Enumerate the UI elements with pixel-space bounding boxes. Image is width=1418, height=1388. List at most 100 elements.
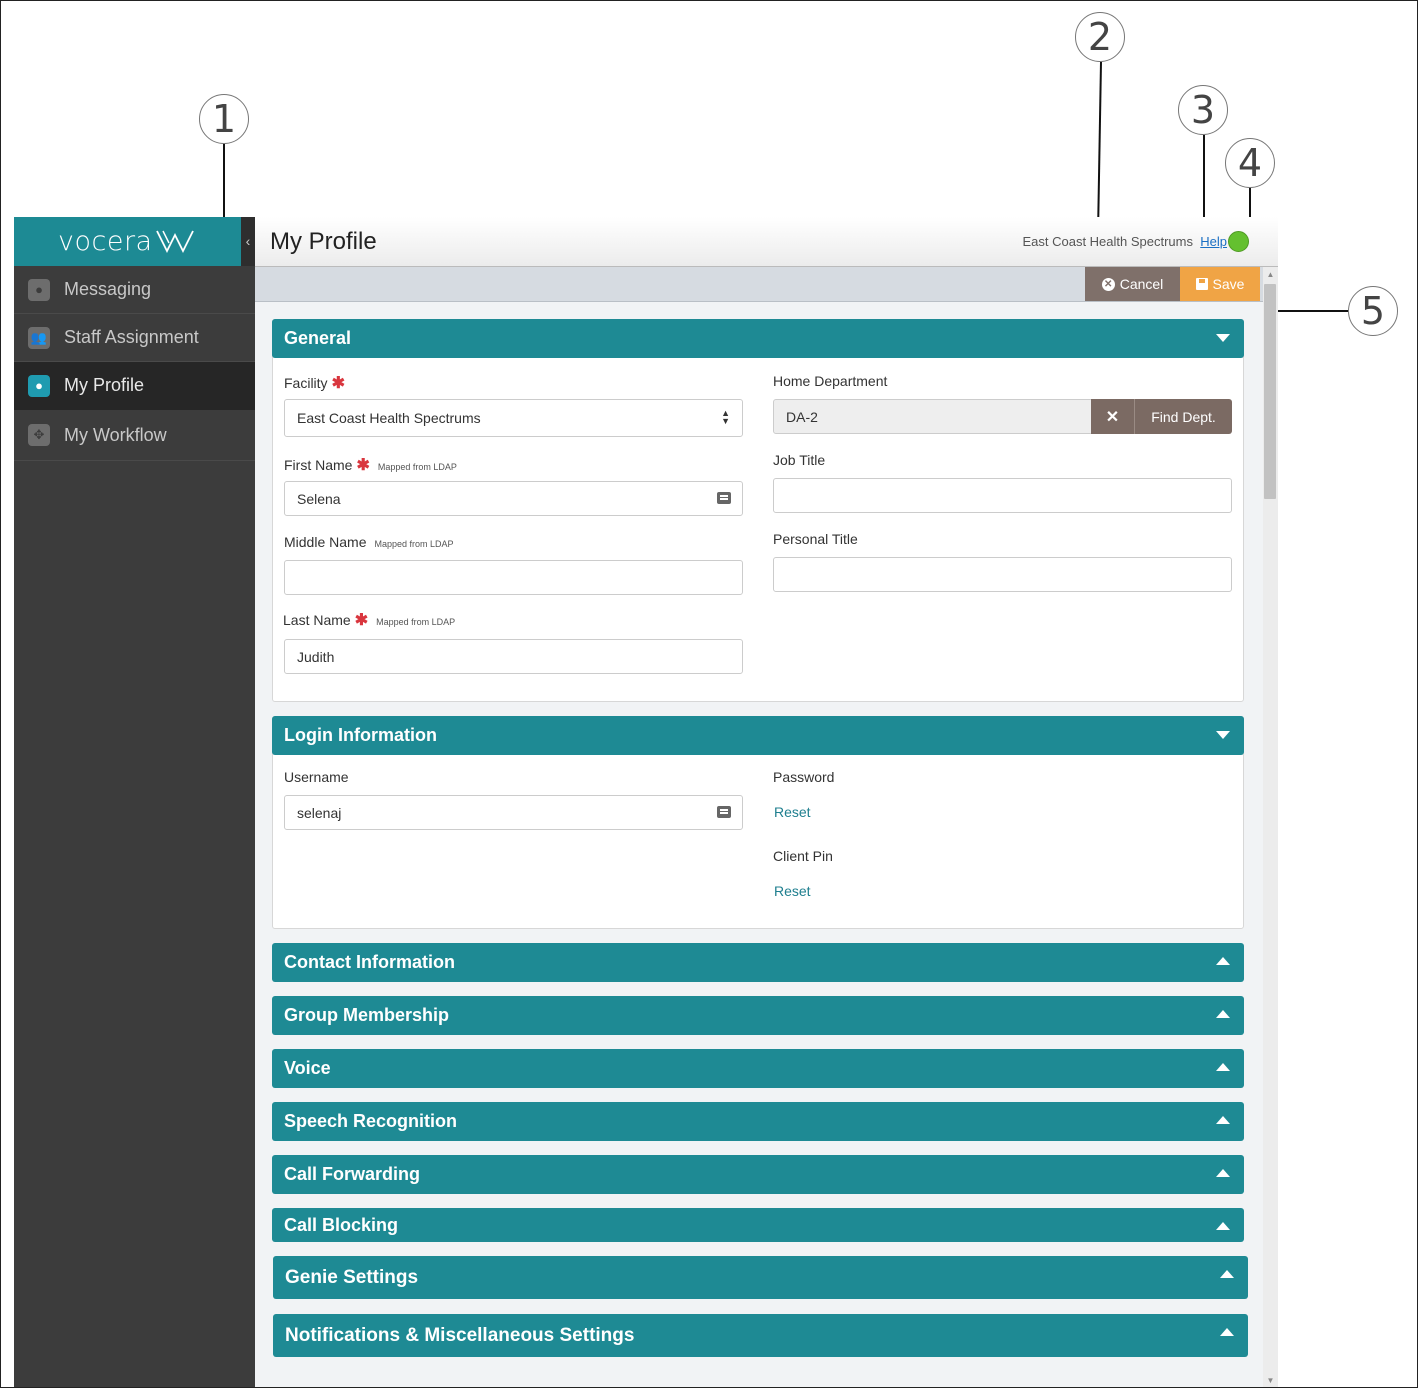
section-title: Genie Settings [285, 1266, 419, 1288]
callout-3: 3 [1178, 85, 1228, 135]
job-title-input[interactable] [773, 478, 1232, 513]
caret-down-icon [1216, 731, 1230, 739]
caret-up-icon [1216, 1169, 1230, 1177]
sidebar-item-messaging[interactable]: ● Messaging [14, 266, 255, 314]
clear-department-button[interactable]: ✕ [1091, 399, 1134, 434]
cancel-button[interactable]: ✕ Cancel [1085, 267, 1180, 301]
ldap-note: Mapped from LDAP [377, 462, 457, 472]
sidebar-item-label: My Workflow [64, 424, 167, 445]
last-name-input[interactable]: Judith [284, 639, 743, 674]
save-button[interactable]: Save [1180, 267, 1260, 301]
facility-label-text: Facility [284, 375, 328, 391]
section-title: Call Blocking [284, 1214, 399, 1235]
section-title: Contact Information [284, 952, 455, 972]
personal-title-input[interactable] [773, 557, 1232, 592]
collapse-sidebar-button[interactable]: ‹ [241, 217, 255, 266]
brand-name: vocera [58, 226, 153, 257]
callout-2-leader [1097, 61, 1102, 229]
middle-name-input[interactable] [284, 560, 743, 595]
password-reset-link[interactable]: Reset [774, 804, 811, 820]
required-asterisk-icon: ✱ [331, 375, 345, 392]
caret-up-icon [1216, 1116, 1230, 1124]
middle-name-label-text: Middle Name [284, 534, 367, 550]
required-asterisk-icon: ✱ [354, 612, 369, 629]
home-department-value: DA-2 [786, 408, 818, 425]
caret-up-icon [1216, 957, 1230, 965]
last-name-label: Last Name ✱ Mapped from LDAP [283, 610, 455, 630]
help-link[interactable]: Help [1200, 234, 1227, 249]
sidebar-item-label: Messaging [64, 279, 152, 299]
caret-up-icon [1216, 1063, 1230, 1071]
job-title-label: Job Title [773, 452, 826, 468]
section-speech-recognition-header[interactable]: Speech Recognition [272, 1102, 1244, 1141]
scrollbar[interactable]: ▲ ▼ [1263, 267, 1278, 1388]
status-indicator[interactable] [1228, 231, 1249, 252]
vocera-logo[interactable]: vocera [58, 226, 195, 257]
caret-up-icon [1216, 1010, 1230, 1018]
sidebar-item-label: Staff Assignment [64, 327, 199, 347]
close-icon: ✕ [1105, 408, 1120, 426]
facility-select-value: East Coast Health Spectrums [297, 410, 481, 426]
sidebar-item-my-profile[interactable]: ● My Profile [14, 362, 255, 410]
section-notifications-header[interactable]: Notifications & Miscellaneous Settings [273, 1314, 1248, 1357]
workflow-icon: ✥ [28, 424, 50, 446]
password-label: Password [773, 769, 835, 785]
section-call-blocking-header[interactable]: Call Blocking [272, 1208, 1244, 1242]
last-name-label-text: Last Name [283, 612, 351, 628]
keyboard-icon [717, 806, 731, 818]
page-title: My Profile [270, 228, 377, 255]
section-call-forwarding-header[interactable]: Call Forwarding [272, 1155, 1244, 1194]
section-group-membership-header[interactable]: Group Membership [272, 996, 1244, 1035]
section-title: Voice [284, 1058, 331, 1078]
sidebar: vocera ‹ ● Messaging 👥 Staff Assignment … [14, 217, 255, 1388]
username-label: Username [284, 769, 349, 785]
user-icon: ● [28, 374, 50, 397]
cancel-label: Cancel [1119, 276, 1164, 292]
scrollbar-thumb[interactable] [1264, 284, 1276, 499]
caret-up-icon [1220, 1328, 1234, 1336]
section-title: Login Information [284, 725, 437, 745]
facility-label: Facility ✱ [284, 373, 345, 393]
action-toolbar: ✕ Cancel Save [255, 267, 1263, 302]
sidebar-item-label: My Profile [64, 375, 145, 395]
required-asterisk-icon: ✱ [356, 457, 370, 474]
scroll-down-arrow-icon[interactable]: ▼ [1263, 1373, 1278, 1388]
section-title: Call Forwarding [284, 1164, 421, 1184]
ldap-note: Mapped from LDAP [376, 617, 456, 627]
page-header: My Profile East Coast Health Spectrums H… [255, 217, 1278, 267]
section-login-header[interactable]: Login Information [272, 716, 1244, 755]
facility-select[interactable]: East Coast Health Spectrums ▲ ▼ [284, 399, 743, 437]
username-input[interactable]: selenaj [284, 795, 743, 830]
section-voice-header[interactable]: Voice [272, 1049, 1244, 1088]
section-general-header[interactable]: General [272, 319, 1244, 358]
section-genie-settings-header[interactable]: Genie Settings [273, 1256, 1248, 1299]
callout-5: 5 [1348, 286, 1398, 336]
sidebar-item-staff-assignment[interactable]: 👥 Staff Assignment [14, 314, 255, 362]
chat-bubble-icon: ● [28, 278, 50, 301]
section-title: Group Membership [284, 1005, 450, 1025]
home-department-label: Home Department [773, 373, 888, 389]
client-pin-reset-link[interactable]: Reset [774, 883, 811, 899]
last-name-value: Judith [297, 648, 335, 665]
home-department-field: DA-2 [773, 399, 1093, 434]
username-value: selenaj [297, 804, 342, 821]
sidebar-item-my-workflow[interactable]: ✥ My Workflow [14, 410, 255, 461]
middle-name-label: Middle Name Mapped from LDAP [284, 534, 454, 550]
find-dept-button[interactable]: Find Dept. [1134, 399, 1232, 434]
keyboard-icon [717, 492, 731, 504]
caret-up-icon [1220, 1270, 1234, 1278]
caret-down-icon [1216, 334, 1230, 342]
callout-4: 4 [1225, 138, 1275, 188]
first-name-input[interactable]: Selena [284, 481, 743, 516]
callout-2: 2 [1075, 12, 1125, 62]
callout-1: 1 [199, 94, 249, 144]
section-title: Notifications & Miscellaneous Settings [285, 1324, 635, 1346]
close-circle-icon: ✕ [1101, 277, 1115, 291]
scroll-up-arrow-icon[interactable]: ▲ [1263, 267, 1278, 282]
first-name-value: Selena [297, 490, 341, 507]
first-name-label-text: First Name [284, 457, 353, 473]
select-arrows-icon: ▲ ▼ [721, 408, 730, 426]
section-title: General [284, 328, 352, 348]
caret-up-icon [1216, 1222, 1230, 1230]
section-contact-information-header[interactable]: Contact Information [272, 943, 1244, 982]
